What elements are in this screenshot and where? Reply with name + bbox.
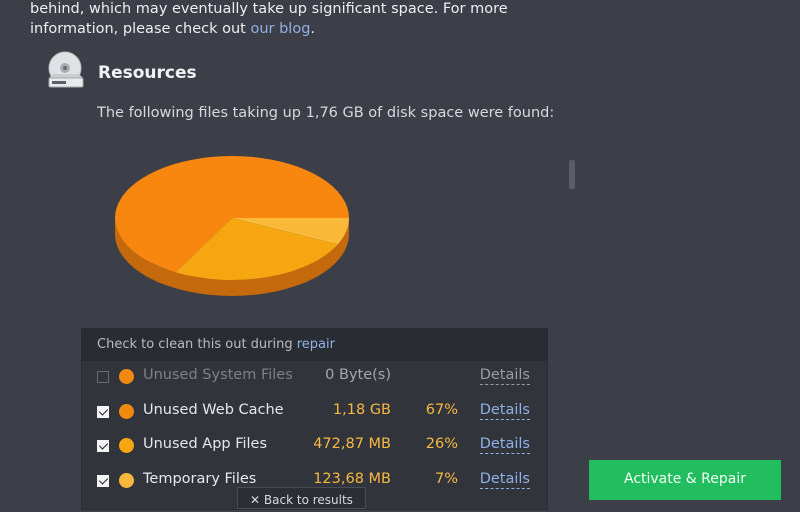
category-percent: 7%: [434, 470, 458, 487]
cleanup-panel: Check to clean this out during repair Un…: [81, 328, 548, 510]
details-link[interactable]: Details: [479, 367, 530, 385]
disk-usage-pie-chart: [115, 156, 350, 296]
intro-text: behind, which may eventually take up sig…: [30, 0, 550, 39]
legend-color-dot: [119, 438, 134, 453]
resources-title: Resources: [98, 63, 197, 83]
file-category-row: Unused App Files 472,87 MB 26% Details: [82, 430, 547, 465]
row-checkbox[interactable]: [97, 405, 109, 418]
file-category-list: Unused System Files 0 Byte(s) Details Unuse…: [82, 361, 547, 499]
legend-color-dot: [119, 403, 134, 419]
panel-header-text: Check to clean this out during: [97, 337, 297, 352]
row-checkbox[interactable]: [97, 474, 109, 487]
back-to-results-button[interactable]: ✕ Back to results: [237, 487, 366, 509]
row-checkbox[interactable]: [97, 371, 109, 383]
disk-drive-icon: [44, 50, 86, 96]
details-link[interactable]: Details: [479, 402, 530, 420]
resources-header: Resources: [44, 50, 197, 96]
category-size: 472,87 MB: [313, 436, 391, 452]
intro-line-2-text: information, please check out: [30, 21, 251, 37]
repair-link[interactable]: repair: [297, 337, 335, 352]
category-percent: 26%: [425, 436, 458, 452]
blog-link[interactable]: our blog: [250, 21, 310, 37]
details-link[interactable]: Details: [479, 471, 530, 489]
intro-line-1: behind, which may eventually take up sig…: [30, 1, 508, 17]
category-name: Unused App Files: [143, 436, 268, 452]
category-size: 0 Byte(s): [325, 367, 391, 383]
scrollbar-thumb[interactable]: [569, 160, 575, 189]
category-name: Temporary Files: [143, 470, 257, 487]
legend-color-dot: [119, 472, 134, 488]
category-size: 123,68 MB: [313, 470, 391, 487]
category-percent: 67%: [425, 401, 458, 418]
found-summary: The following files taking up 1,76 GB of…: [97, 105, 555, 121]
details-link[interactable]: Details: [479, 436, 530, 454]
intro-line-2: information, please check out our blog.: [30, 19, 550, 39]
intro-period: .: [310, 21, 316, 37]
activate-repair-button[interactable]: Activate & Repair: [589, 460, 781, 500]
category-name: Unused Web Cache: [143, 401, 284, 418]
file-category-row: Unused Web Cache 1,18 GB 67% Details: [82, 396, 547, 431]
legend-color-dot: [119, 369, 134, 384]
category-name: Unused System Files: [143, 367, 293, 383]
panel-header: Check to clean this out during repair: [82, 329, 547, 361]
file-category-row: Unused System Files 0 Byte(s) Details: [82, 361, 547, 396]
category-size: 1,18 GB: [332, 401, 391, 418]
row-checkbox[interactable]: [97, 440, 109, 452]
